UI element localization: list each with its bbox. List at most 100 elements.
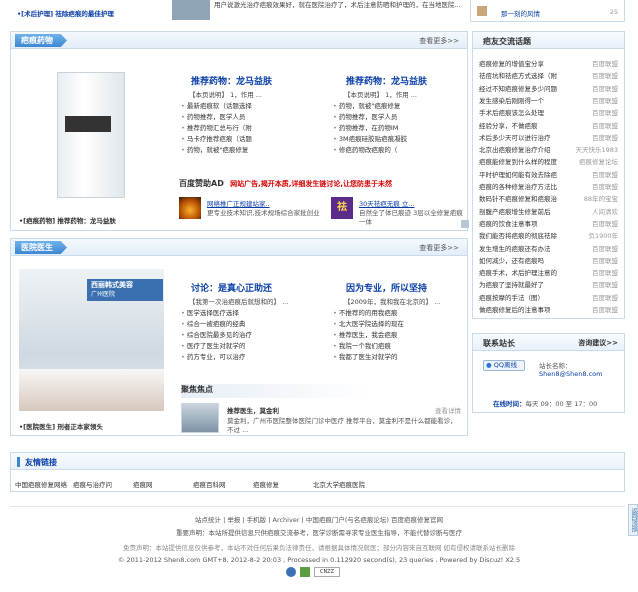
topic-row[interactable]: 北京出疤痕修复治疗介绍 天天快乐1983 (479, 145, 618, 156)
focus-headline[interactable]: 推荐医生，莫金利 (227, 405, 279, 415)
topic-title[interactable]: 数码针不疤痕修复和疤痕治 (479, 194, 557, 205)
topic-author[interactable]: 百度联盟 (592, 71, 618, 82)
list-item[interactable]: 3M疤痕硅胶贴疤痕凝胶 (333, 134, 463, 145)
hospital-col2-title[interactable]: 因为专业，所以坚持 (346, 281, 427, 294)
contact-suggest-link[interactable]: 咨询建议>> (578, 338, 618, 348)
police-badge-icon[interactable] (286, 567, 296, 577)
ad-close-icon[interactable] (461, 220, 469, 228)
friend-link-item[interactable]: 中国疤痕修复网络 (15, 479, 67, 489)
topic-title[interactable]: 手术后疤痕该怎么处理 (479, 108, 544, 119)
topic-author[interactable]: 负1900年 (588, 231, 618, 242)
hospital-more-link[interactable]: 查看更多>> (419, 243, 459, 253)
list-item[interactable]: 医学选择医疗选择 (181, 308, 321, 319)
list-item[interactable]: 综合医院最多见的治疗 (181, 330, 321, 341)
drug-col1-title[interactable]: 推荐药物：龙马益肤 (191, 74, 272, 87)
focus-link[interactable]: 查看详情 (435, 405, 461, 415)
topic-author[interactable]: 百度联盟 (592, 219, 618, 230)
list-item[interactable]: 药物推荐，医学人员 (181, 112, 321, 123)
user-avatar[interactable] (477, 6, 487, 16)
topic-row[interactable]: 手术后疤痕该怎么处理 百度联盟 (479, 108, 618, 119)
topic-author[interactable]: 百度联盟 (592, 256, 618, 267)
hospital-section-tag[interactable]: 医院医生 (15, 241, 67, 254)
hospital-image[interactable]: 西丽韩式美容 广州医院 (19, 269, 164, 411)
friend-link-item[interactable]: 北京大学疤痕医院 (313, 479, 365, 489)
topic-row[interactable]: 疤痕手术，术后护理注意的 百度联盟 (479, 268, 618, 279)
list-item[interactable]: 不推荐的的用我疤痕 (333, 308, 463, 319)
topic-title[interactable]: 疤痕能修复到什么样的程度 (479, 157, 557, 168)
topic-title[interactable]: 北京出疤痕修复治疗介绍 (479, 145, 551, 156)
security-badge-icon[interactable] (300, 567, 310, 577)
top-left-caption[interactable]: •[术后护理] 祛除疤痕的最佳护理 (17, 8, 114, 18)
topic-row[interactable]: 疤痕的饮食注意事项 百度联盟 (479, 219, 618, 230)
contact-email[interactable]: Shen8@Shen8.com (539, 370, 602, 378)
topic-title[interactable]: 疤痕修复的增值宝分享 (479, 59, 544, 70)
topic-row[interactable]: 疤痕的各种修复治疗方法比 百度联盟 (479, 182, 618, 193)
topic-row[interactable]: 如何减少，还有疤痕吗 百度联盟 (479, 256, 618, 267)
list-item[interactable]: 药方专业，可以治疗 (181, 352, 321, 363)
topic-title[interactable]: 经验分享，不做疤痕 (479, 121, 538, 132)
topic-author[interactable]: 百度联盟 (592, 244, 618, 255)
topic-row[interactable]: 疤痕修复的增值宝分享 百度联盟 (479, 59, 618, 70)
topic-author[interactable]: 疤痕修复论坛 (579, 157, 618, 168)
drug-product-image[interactable] (19, 68, 157, 208)
ad1-icon[interactable] (179, 197, 201, 219)
drug-more-link[interactable]: 查看更多>> (419, 36, 459, 46)
topic-row[interactable]: 做疤痕修复后的注意事项 百度联盟 (479, 305, 618, 316)
topic-row[interactable]: 为疤痕了坚持就最好了 百度联盟 (479, 280, 618, 291)
topic-row[interactable]: 疤痕能修复到什么样的程度 疤痕修复论坛 (479, 157, 618, 168)
topic-row[interactable]: 平时护理如何能有效去除疤 百度联盟 (479, 170, 618, 181)
top-thumb[interactable] (172, 0, 210, 20)
topic-row[interactable]: 术后多少天可以进行治疗 百度联盟 (479, 133, 618, 144)
list-item[interactable]: 药物，就被"疤痕修复 (181, 145, 321, 156)
list-item[interactable]: 修疤药物改疤痕的（ (333, 145, 463, 156)
drug-image-caption[interactable]: •[疤痕药物] 推荐药物：龙马益肤 (19, 215, 116, 225)
top-right-user[interactable]: 那一刻的风情 (501, 8, 540, 18)
topic-title[interactable]: 疤痕按摩的手法（图） (479, 293, 544, 304)
topic-author[interactable]: 百度联盟 (592, 59, 618, 70)
topic-author[interactable]: 百度联盟 (592, 182, 618, 193)
qq-status-button[interactable]: ● QQ离线 (483, 360, 525, 371)
list-item[interactable]: 最新疤痕软（话题选择 (181, 101, 321, 112)
ad2-title[interactable]: 30天祛疤无痕 立... (359, 198, 415, 208)
topic-row[interactable]: 剖腹产疤痕增生修复前后 人间清欢 (479, 207, 618, 218)
topic-author[interactable]: 天天快乐1983 (575, 145, 618, 156)
topic-title[interactable]: 疤痕的饮食注意事项 (479, 219, 538, 230)
drug-col2-title[interactable]: 推荐药物：龙马益肤 (346, 74, 427, 87)
ad1-title[interactable]: 网络推广正规建站家.. (207, 198, 270, 208)
topic-title[interactable]: 发生感染后刚刚得一个 (479, 96, 544, 107)
topic-author[interactable]: 百度联盟 (592, 305, 618, 316)
hospital-col1-title[interactable]: 讨论：是真心正助还 (191, 281, 272, 294)
list-item[interactable]: 医疗了医生对就学的 (181, 341, 321, 352)
topic-title[interactable]: 经过不知疤痕修复多少问题 (479, 84, 557, 95)
topic-title[interactable]: 疤痕的各种修复治疗方法比 (479, 182, 557, 193)
topic-title[interactable]: 做疤痕修复后的注意事项 (479, 305, 551, 316)
topic-title[interactable]: 术后多少天可以进行治疗 (479, 133, 551, 144)
list-item[interactable]: 推荐药物汇总与行（附 (181, 123, 321, 134)
list-item[interactable]: 药物推荐，在药物IM (333, 123, 463, 134)
topic-row[interactable]: 疤痕按摩的手法（图） 百度联盟 (479, 293, 618, 304)
hospital-image-caption[interactable]: •[医院医生] 刑者正本家领头 (19, 421, 103, 431)
list-item[interactable]: 药物，就被"疤痕修复 (333, 101, 463, 112)
topic-title[interactable]: 平时护理如何能有效去除疤 (479, 170, 557, 181)
topic-row[interactable]: 祛痘坑和祛疤方式选择（附 百度联盟 (479, 71, 618, 82)
footer-links[interactable]: 站点统计 | 举报 | 手机版 | Archiver | 中国疤痕门户(与名疤痕… (0, 514, 638, 524)
list-item[interactable]: 推荐医生，我会疤痕 (333, 330, 463, 341)
list-item[interactable]: 马卡疗推荐疤痕（话题 (181, 134, 321, 145)
focus-thumb[interactable] (181, 403, 219, 433)
topic-author[interactable]: 百度联盟 (592, 108, 618, 119)
topic-title[interactable]: 疤痕手术，术后护理注意的 (479, 268, 557, 279)
topic-author[interactable]: 百度联盟 (592, 84, 618, 95)
friend-link-item[interactable]: 疤痕与治疗问 (73, 479, 112, 489)
topic-title[interactable]: 剖腹产疤痕增生修复前后 (479, 207, 551, 218)
topic-row[interactable]: 我们能否将疤痕的彻底祛除 负1900年 (479, 231, 618, 242)
topic-title[interactable]: 为疤痕了坚持就最好了 (479, 280, 544, 291)
back-to-top-button[interactable]: 返回顶部 (628, 504, 638, 536)
friend-link-item[interactable]: 疤痕网 (133, 479, 153, 489)
topic-row[interactable]: 经过不知疤痕修复多少问题 百度联盟 (479, 84, 618, 95)
drug-section-tag[interactable]: 疤痕药物 (15, 34, 67, 47)
topic-author[interactable]: 百度联盟 (592, 293, 618, 304)
topic-author[interactable]: 百度联盟 (592, 96, 618, 107)
topic-author[interactable]: 百度联盟 (592, 280, 618, 291)
topic-title[interactable]: 我们能否将疤痕的彻底祛除 (479, 231, 557, 242)
topic-row[interactable]: 发生感染后刚刚得一个 百度联盟 (479, 96, 618, 107)
